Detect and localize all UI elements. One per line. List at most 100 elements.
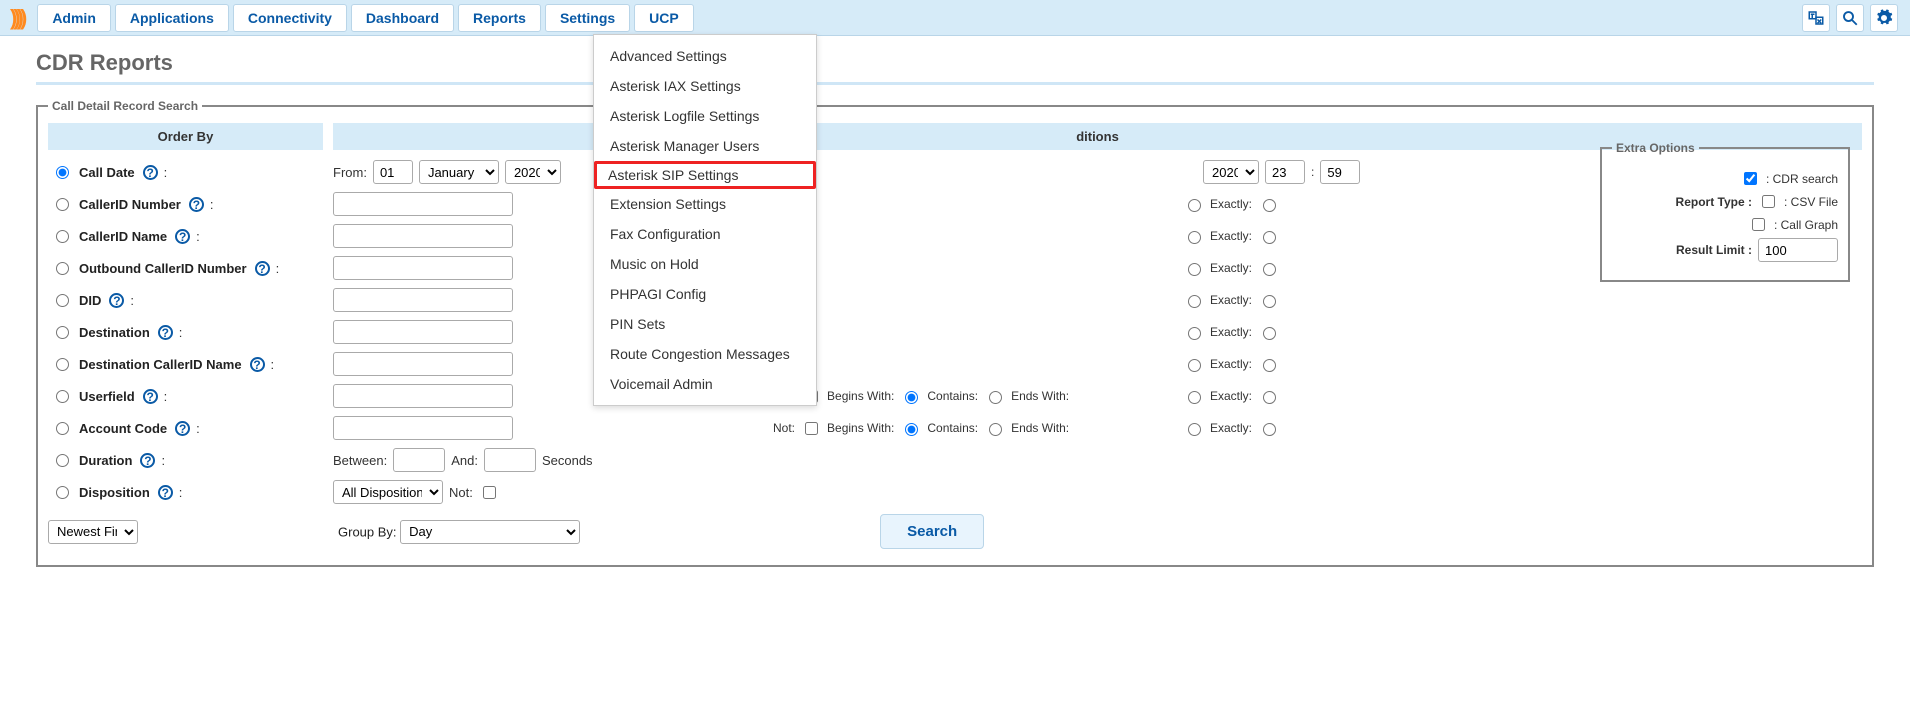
- order-by-label: DID: [79, 293, 101, 308]
- search-button[interactable]: Search: [880, 514, 984, 549]
- from-month-select[interactable]: January: [419, 160, 499, 184]
- dropdown-item[interactable]: Advanced Settings: [594, 41, 816, 71]
- sort-order-select[interactable]: Newest First: [48, 520, 138, 544]
- csv-label: : CSV File: [1784, 195, 1838, 209]
- dropdown-item[interactable]: Voicemail Admin: [594, 369, 816, 399]
- page-rule: [36, 82, 1874, 85]
- dropdown-item[interactable]: Route Congestion Messages: [594, 339, 816, 369]
- accountcode-input[interactable]: [333, 416, 513, 440]
- menu-applications[interactable]: Applications: [115, 4, 229, 32]
- dropdown-item[interactable]: Asterisk Manager Users: [594, 131, 816, 161]
- menu-ucp[interactable]: UCP: [634, 4, 694, 32]
- destination-callerid-input[interactable]: [333, 352, 513, 376]
- csv-checkbox[interactable]: [1762, 195, 1775, 208]
- disposition-select[interactable]: All Dispositions: [333, 480, 443, 504]
- order-by-radio[interactable]: [56, 422, 69, 435]
- disposition-not-checkbox[interactable]: [483, 486, 496, 499]
- order-by-radio[interactable]: [56, 358, 69, 371]
- dropdown-item[interactable]: Music on Hold: [594, 249, 816, 279]
- exactly-radio2[interactable]: [1263, 295, 1276, 308]
- cdr-search-checkbox[interactable]: [1744, 172, 1757, 185]
- exactly-radio2[interactable]: [1263, 231, 1276, 244]
- not-checkbox[interactable]: [805, 422, 818, 435]
- language-icon[interactable]: [1802, 4, 1830, 32]
- contains-radio[interactable]: [905, 391, 918, 404]
- exactly-radio2[interactable]: [1263, 423, 1276, 436]
- exactly-radio[interactable]: [1188, 423, 1201, 436]
- exactly-radio[interactable]: [1188, 327, 1201, 340]
- help-icon[interactable]: ?: [140, 453, 155, 468]
- destination-input[interactable]: [333, 320, 513, 344]
- exactly-radio2[interactable]: [1263, 263, 1276, 276]
- order-by-radio[interactable]: [56, 166, 69, 179]
- callerid-number-input[interactable]: [333, 192, 513, 216]
- from-day-input[interactable]: [373, 160, 413, 184]
- exactly-radio[interactable]: [1188, 295, 1201, 308]
- duration-from-input[interactable]: [393, 448, 445, 472]
- did-input[interactable]: [333, 288, 513, 312]
- help-icon[interactable]: ?: [158, 325, 173, 340]
- help-icon[interactable]: ?: [143, 389, 158, 404]
- help-icon[interactable]: ?: [175, 421, 190, 436]
- menu-settings[interactable]: Settings: [545, 4, 630, 32]
- contains-radio[interactable]: [905, 423, 918, 436]
- help-icon[interactable]: ?: [255, 261, 270, 276]
- menu-connectivity[interactable]: Connectivity: [233, 4, 347, 32]
- help-icon[interactable]: ?: [143, 165, 158, 180]
- to-min-input[interactable]: [1320, 160, 1360, 184]
- from-year-select[interactable]: 2020: [505, 160, 561, 184]
- exactly-label: Exactly:: [1210, 325, 1252, 339]
- menu-dashboard[interactable]: Dashboard: [351, 4, 454, 32]
- help-icon[interactable]: ?: [158, 485, 173, 500]
- exactly-radio2[interactable]: [1263, 327, 1276, 340]
- between-label: Between:: [333, 453, 387, 468]
- exactly-radio2[interactable]: [1263, 199, 1276, 212]
- menu-reports[interactable]: Reports: [458, 4, 541, 32]
- not-label: Not:: [773, 421, 795, 435]
- order-by-row: Call Date?:: [48, 156, 323, 188]
- group-by-select[interactable]: Day: [400, 520, 580, 544]
- dropdown-item[interactable]: Asterisk SIP Settings: [594, 161, 816, 189]
- userfield-input[interactable]: [333, 384, 513, 408]
- dropdown-item[interactable]: Fax Configuration: [594, 219, 816, 249]
- help-icon[interactable]: ?: [189, 197, 204, 212]
- order-by-radio[interactable]: [56, 262, 69, 275]
- exactly-radio2[interactable]: [1263, 359, 1276, 372]
- dropdown-item[interactable]: Asterisk Logfile Settings: [594, 101, 816, 131]
- order-by-radio[interactable]: [56, 198, 69, 211]
- to-year-select[interactable]: 2020: [1203, 160, 1259, 184]
- help-icon[interactable]: ?: [175, 229, 190, 244]
- graph-checkbox[interactable]: [1752, 218, 1765, 231]
- order-by-row: Outbound CallerID Number?:: [48, 252, 323, 284]
- exactly-radio[interactable]: [1188, 359, 1201, 372]
- exactly-radio[interactable]: [1188, 263, 1201, 276]
- dropdown-item[interactable]: Asterisk IAX Settings: [594, 71, 816, 101]
- order-by-radio[interactable]: [56, 454, 69, 467]
- exactly-radio2[interactable]: [1263, 391, 1276, 404]
- ends-radio[interactable]: [989, 391, 1002, 404]
- outbound-callerid-input[interactable]: [333, 256, 513, 280]
- dropdown-item[interactable]: PHPAGI Config: [594, 279, 816, 309]
- order-by-row: Disposition?:: [48, 476, 323, 508]
- order-by-radio[interactable]: [56, 326, 69, 339]
- gear-icon[interactable]: [1870, 4, 1898, 32]
- order-by-row: Destination?:: [48, 316, 323, 348]
- menu-admin[interactable]: Admin: [37, 4, 111, 32]
- to-hour-input[interactable]: [1265, 160, 1305, 184]
- ends-radio[interactable]: [989, 423, 1002, 436]
- order-by-radio[interactable]: [56, 230, 69, 243]
- order-by-radio[interactable]: [56, 486, 69, 499]
- dropdown-item[interactable]: Extension Settings: [594, 189, 816, 219]
- search-icon[interactable]: [1836, 4, 1864, 32]
- result-limit-input[interactable]: [1758, 238, 1838, 262]
- dropdown-item[interactable]: PIN Sets: [594, 309, 816, 339]
- exactly-radio[interactable]: [1188, 391, 1201, 404]
- help-icon[interactable]: ?: [109, 293, 124, 308]
- callerid-name-input[interactable]: [333, 224, 513, 248]
- help-icon[interactable]: ?: [250, 357, 265, 372]
- order-by-radio[interactable]: [56, 390, 69, 403]
- order-by-radio[interactable]: [56, 294, 69, 307]
- duration-to-input[interactable]: [484, 448, 536, 472]
- exactly-radio[interactable]: [1188, 231, 1201, 244]
- exactly-radio[interactable]: [1188, 199, 1201, 212]
